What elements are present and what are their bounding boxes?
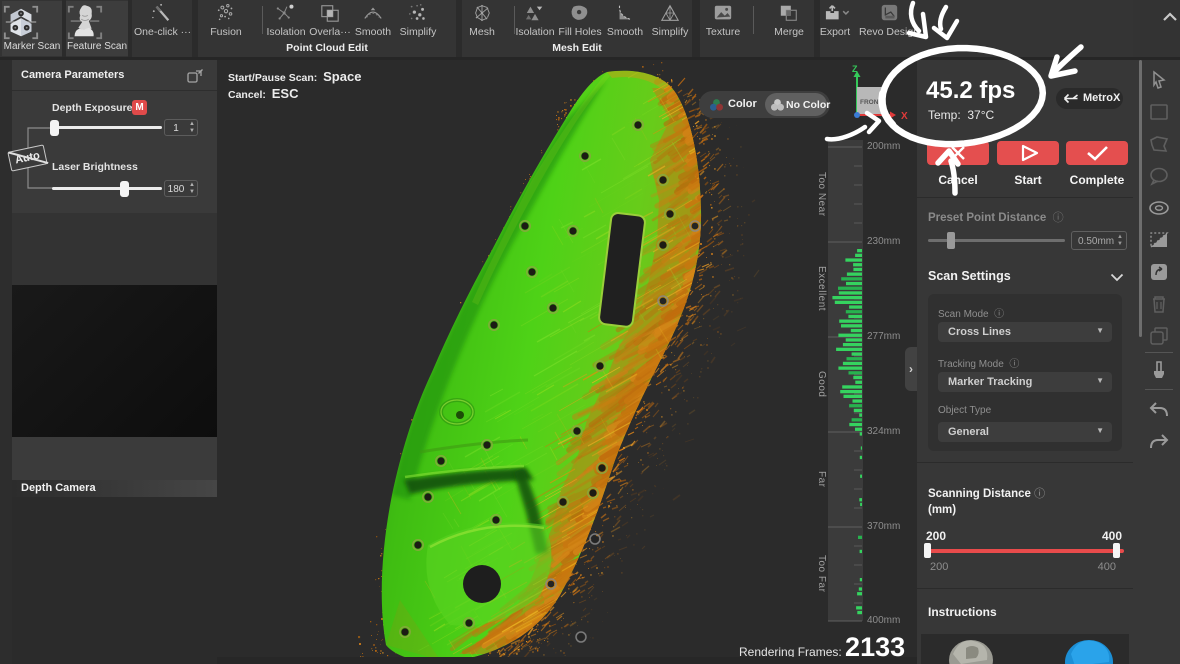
svg-text:X: X — [901, 111, 908, 122]
svg-text:FRONT: FRONT — [860, 99, 882, 106]
